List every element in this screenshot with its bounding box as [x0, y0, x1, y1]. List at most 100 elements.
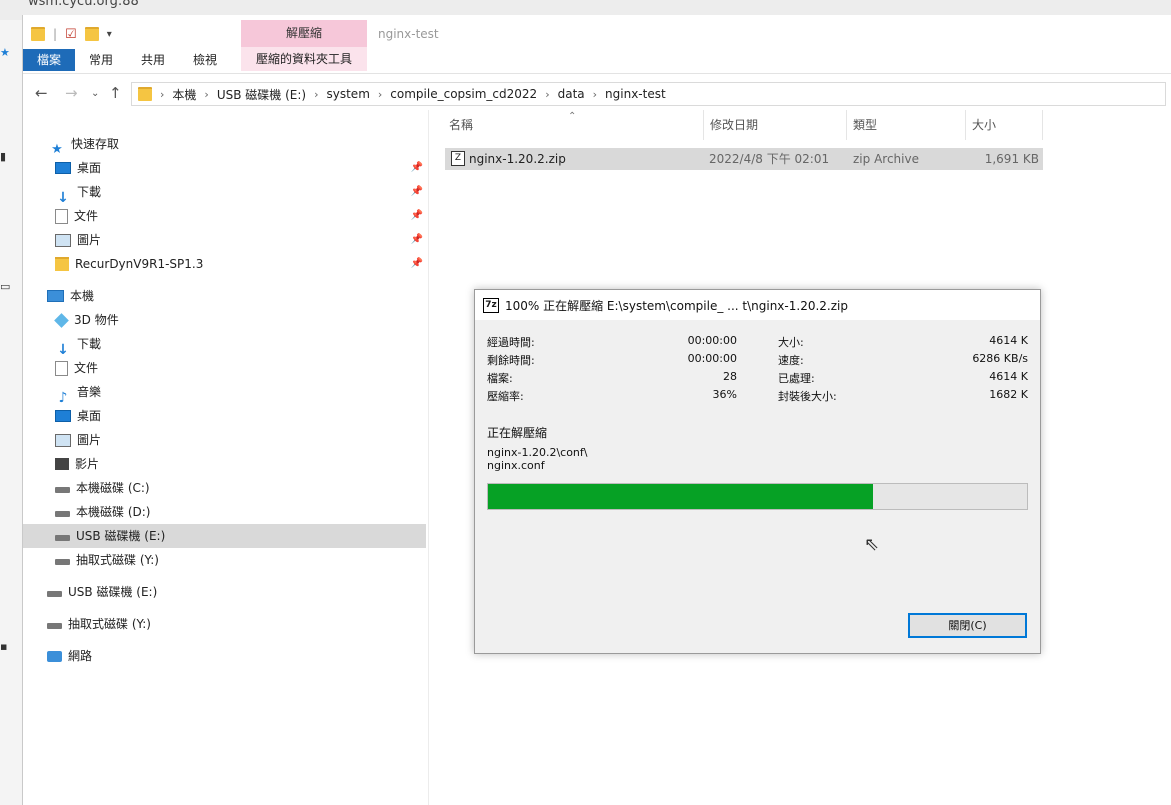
music-icon: ♪	[58, 389, 68, 406]
forward-arrow-icon[interactable]: →	[65, 84, 78, 102]
pin-icon[interactable]: 📌	[411, 252, 423, 276]
pin-icon[interactable]: 📌	[411, 180, 423, 204]
ribbon: | ☑ ▾ 檔案 常用 共用 檢視 解壓縮 壓縮的資料夾工具 nginx-tes…	[23, 15, 1171, 74]
stat-value-elapsed: 00:00:00	[687, 334, 737, 347]
video-icon	[55, 458, 69, 470]
pin-icon[interactable]: 📌	[411, 156, 423, 180]
stat-label-remaining: 剩餘時間:	[487, 354, 535, 367]
stat-label-files: 檔案:	[487, 372, 513, 385]
chevron-right-icon[interactable]: ›	[545, 88, 549, 101]
navigation-pane: ★ 快速存取 桌面 📌 ↓ 下載 📌 文件 📌 圖片 📌 RecurDynV9R…	[23, 127, 428, 805]
nav-label: 文件	[74, 209, 99, 223]
drive-icon	[47, 591, 62, 597]
breadcrumb-system[interactable]: system	[327, 87, 370, 101]
window-title: nginx-test	[378, 27, 439, 41]
back-arrow-icon[interactable]: ←	[35, 84, 48, 102]
nav-item-videos[interactable]: 影片	[55, 452, 99, 476]
breadcrumb-data[interactable]: data	[558, 87, 585, 101]
3d-objects-icon	[54, 312, 69, 328]
recent-locations-chevron-icon[interactable]: ⌄	[91, 88, 99, 99]
customize-dropdown-icon[interactable]: ▾	[107, 29, 112, 40]
breadcrumb-nginx-test[interactable]: nginx-test	[605, 87, 666, 101]
nav-this-pc[interactable]: 本機	[47, 284, 94, 308]
column-name[interactable]: 名稱	[443, 110, 704, 140]
dialog-title: 100% 正在解壓縮 E:\system\compile_ ... t\ngin…	[505, 299, 848, 313]
nav-item-recurdyn[interactable]: RecurDynV9R1-SP1.3 📌	[55, 252, 425, 276]
breadcrumb[interactable]: › 本機 › USB 磁碟機 (E:) › system › compile_c…	[131, 82, 1166, 106]
nav-removable-drive-root[interactable]: 抽取式磁碟 (Y:)	[47, 612, 151, 636]
stat-label-elapsed: 經過時間:	[487, 336, 535, 349]
chevron-right-icon[interactable]: ›	[314, 88, 318, 101]
stat-value-ratio: 36%	[712, 388, 737, 401]
folder-icon	[138, 87, 152, 101]
nav-item-drive-c[interactable]: 本機磁碟 (C:)	[55, 476, 150, 500]
column-type[interactable]: 類型	[847, 110, 966, 140]
nav-item-documents[interactable]: 文件	[55, 356, 98, 380]
new-folder-icon[interactable]	[84, 27, 99, 41]
nav-usb-drive-root[interactable]: USB 磁碟機 (E:)	[47, 580, 157, 604]
zip-file-icon: Z	[451, 151, 465, 166]
pane-divider[interactable]	[428, 110, 429, 805]
pictures-icon	[55, 233, 71, 247]
file-date: 2022/4/8 下午 02:01	[709, 152, 830, 166]
nav-item-desktop[interactable]: 桌面 📌	[55, 156, 425, 180]
tab-share[interactable]: 共用	[127, 49, 179, 71]
file-name: nginx-1.20.2.zip	[469, 152, 566, 166]
breadcrumb-this-pc[interactable]: 本機	[172, 86, 196, 103]
nav-item-usb-drive[interactable]: USB 磁碟機 (E:)	[23, 524, 426, 548]
stat-label-ratio: 壓縮率:	[487, 390, 524, 403]
tab-file[interactable]: 檔案	[23, 49, 76, 71]
chevron-right-icon[interactable]: ›	[593, 88, 597, 101]
column-date-modified[interactable]: 修改日期	[704, 110, 847, 140]
nav-item-removable-drive[interactable]: 抽取式磁碟 (Y:)	[55, 548, 159, 572]
properties-check-icon[interactable]: ☑	[65, 27, 77, 42]
nav-item-documents[interactable]: 文件 📌	[55, 204, 425, 228]
nav-label: 圖片	[77, 233, 102, 247]
stat-value-files: 28	[723, 370, 737, 383]
stat-label-processed: 已處理:	[778, 372, 815, 385]
chevron-right-icon[interactable]: ›	[378, 88, 382, 101]
nav-label: 本機	[70, 289, 95, 303]
nav-label: 3D 物件	[74, 313, 119, 327]
nav-item-music[interactable]: ♪ 音樂	[55, 380, 102, 406]
tab-compressed-folder-tools[interactable]: 壓縮的資料夾工具	[241, 47, 367, 71]
current-file: nginx.conf	[487, 459, 545, 472]
nav-item-drive-d[interactable]: 本機磁碟 (D:)	[55, 500, 150, 524]
close-button[interactable]: 關閉(C)	[908, 613, 1027, 638]
context-group-title: 解壓縮	[241, 20, 367, 47]
chevron-right-icon[interactable]: ›	[204, 88, 208, 101]
tab-view[interactable]: 檢視	[179, 49, 231, 71]
column-size[interactable]: 大小	[966, 110, 1043, 140]
background-window-nav-strip: ★ ▮ ▭ ▪	[0, 20, 23, 805]
nav-item-desktop[interactable]: 桌面	[55, 404, 101, 428]
tab-home[interactable]: 常用	[75, 49, 127, 71]
pin-icon[interactable]: 📌	[411, 228, 423, 252]
nav-item-pictures[interactable]: 圖片	[55, 428, 101, 452]
stat-label-packed-size: 封裝後大小:	[778, 390, 837, 403]
stat-value-size: 4614 K	[989, 334, 1028, 347]
nav-network[interactable]: 網路	[47, 644, 92, 668]
nav-label: 影片	[75, 457, 100, 471]
folder-icon[interactable]	[31, 27, 45, 41]
nav-item-pictures[interactable]: 圖片 📌	[55, 228, 425, 252]
nav-quick-access[interactable]: ★ 快速存取	[49, 132, 119, 157]
chevron-right-icon[interactable]: ›	[160, 88, 164, 101]
nav-label: 抽取式磁碟 (Y:)	[76, 553, 159, 567]
context-tab-group: 解壓縮 壓縮的資料夾工具	[241, 20, 367, 71]
breadcrumb-usb-drive[interactable]: USB 磁碟機 (E:)	[217, 86, 306, 103]
this-pc-icon	[47, 290, 64, 302]
breadcrumb-compile[interactable]: compile_copsim_cd2022	[390, 87, 537, 101]
nav-label: 下載	[77, 337, 102, 351]
folder-icon	[55, 257, 69, 271]
pin-icon[interactable]: 📌	[411, 204, 423, 228]
nav-item-3d-objects[interactable]: 3D 物件	[54, 308, 119, 332]
ribbon-tabs: 檔案 常用 共用 檢視	[23, 49, 231, 71]
nav-item-downloads[interactable]: ↓ 下載 📌	[55, 180, 425, 206]
file-size: 1,691 KB	[984, 152, 1039, 166]
nav-item-downloads[interactable]: ↓ 下載	[55, 332, 102, 358]
toolbar-separator: |	[53, 27, 58, 41]
table-row[interactable]: Z nginx-1.20.2.zip 2022/4/8 下午 02:01 zip…	[445, 148, 1043, 170]
dialog-title-bar[interactable]: 7z 100% 正在解壓縮 E:\system\compile_ ... t\n…	[475, 290, 1040, 320]
nav-label: 音樂	[77, 385, 102, 399]
up-arrow-icon[interactable]: ↑	[109, 84, 122, 102]
